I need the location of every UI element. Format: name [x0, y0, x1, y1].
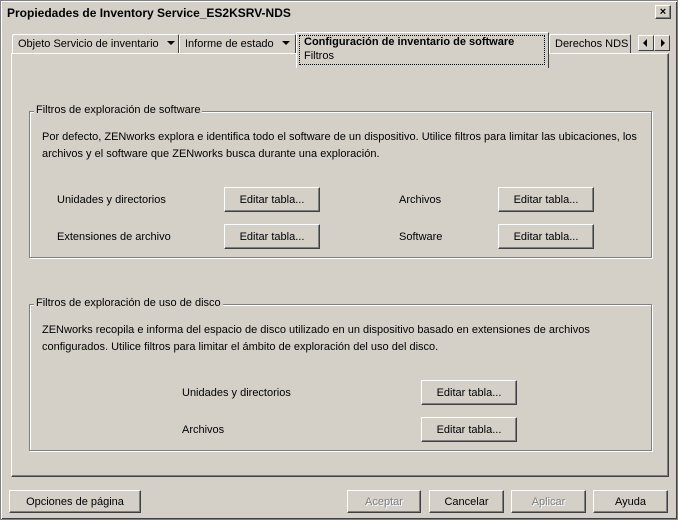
close-button[interactable]: ×: [655, 5, 671, 19]
edit-table-button[interactable]: Editar tabla...: [421, 417, 517, 442]
tab-informe-estado[interactable]: Informe de estado: [179, 34, 296, 54]
group-description: Por defecto, ZENworks explora e identifi…: [42, 131, 637, 160]
arrow-right-icon: [661, 39, 665, 47]
label-unidades-directorios: Unidades y directorios: [57, 194, 166, 206]
arrow-left-icon: [643, 39, 647, 47]
software-filters-group: Filtros de exploración de software Por d…: [29, 104, 652, 258]
disk-filters-group: Filtros de exploración de uso de disco Z…: [29, 297, 652, 451]
title-bar: Propiedades de Inventory Service_ES2KSRV…: [4, 4, 674, 22]
edit-table-button[interactable]: Editar tabla...: [224, 224, 320, 249]
label-extensiones-archivo: Extensiones de archivo: [57, 231, 171, 243]
tab-scroll-left-button[interactable]: [638, 35, 654, 51]
tab-derechos-nds[interactable]: Derechos NDS: [549, 34, 631, 54]
edit-table-button[interactable]: Editar tabla...: [224, 187, 320, 212]
apply-button[interactable]: Aplicar: [511, 490, 586, 513]
tab-label: Configuración de inventario de software: [304, 36, 515, 48]
tab-label: Informe de estado: [185, 38, 274, 50]
tab-configuracion-software[interactable]: Configuración de inventario de software …: [296, 32, 549, 68]
window-title: Propiedades de Inventory Service_ES2KSRV…: [7, 6, 291, 20]
tab-scroll-right-button[interactable]: [654, 35, 670, 51]
label-archivos: Archivos: [399, 194, 442, 206]
page-options-button[interactable]: Opciones de página: [9, 490, 141, 513]
group-title: Filtros de exploración de uso de disco: [34, 297, 223, 309]
help-button[interactable]: Ayuda: [593, 490, 668, 513]
tab-subpage-label[interactable]: Filtros: [304, 50, 548, 62]
tab-label: Derechos NDS: [555, 38, 629, 50]
edit-table-button[interactable]: Editar tabla...: [421, 380, 517, 405]
edit-table-button[interactable]: Editar tabla...: [498, 187, 594, 212]
cancel-button[interactable]: Cancelar: [429, 490, 504, 513]
tab-label: Objeto Servicio de inventario: [18, 38, 159, 50]
accept-button[interactable]: Aceptar: [347, 490, 421, 513]
label-software: Software: [399, 231, 443, 243]
chevron-down-icon[interactable]: [166, 41, 175, 45]
group-title: Filtros de exploración de software: [34, 104, 203, 116]
label-archivos: Archivos: [182, 424, 225, 436]
close-icon: ×: [659, 5, 667, 18]
properties-dialog: Propiedades de Inventory Service_ES2KSRV…: [0, 0, 678, 520]
edit-table-button[interactable]: Editar tabla...: [498, 224, 594, 249]
label-unidades-directorios: Unidades y directorios: [182, 387, 291, 399]
chevron-down-icon[interactable]: [281, 41, 290, 45]
tab-page: Filtros de exploración de software Por d…: [11, 53, 669, 477]
group-description: ZENworks recopila e informa del espacio …: [42, 324, 590, 353]
tab-objeto-servicio[interactable]: Objeto Servicio de inventario: [12, 34, 179, 54]
